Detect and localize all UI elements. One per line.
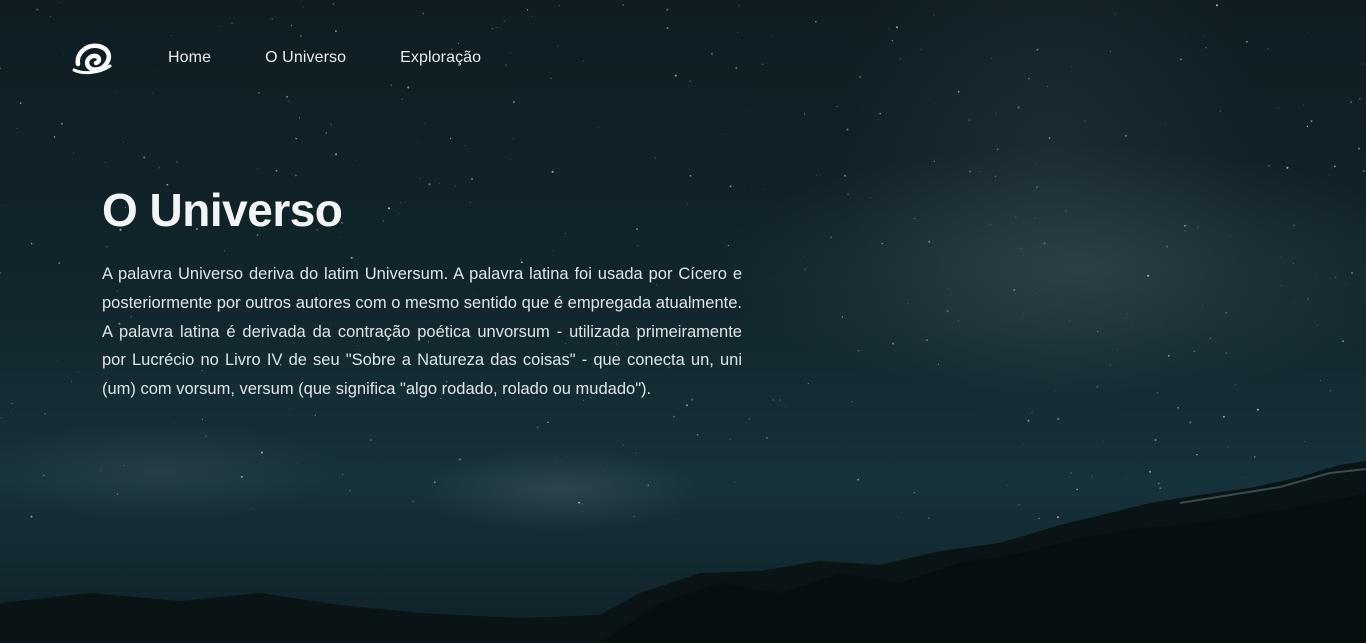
nav-link-exploracao[interactable]: Exploração — [400, 49, 481, 67]
hero-section: O Universo A palavra Universo deriva do … — [102, 182, 742, 404]
swirl-logo-icon[interactable] — [72, 39, 114, 77]
main-navigation: Home O Universo Exploração — [72, 38, 535, 78]
page-title: O Universo — [102, 184, 343, 236]
nav-link-home[interactable]: Home — [168, 49, 211, 67]
intro-paragraph: A palavra Universo deriva do latim Unive… — [102, 265, 742, 399]
nav-links: Home O Universo Exploração — [168, 49, 535, 67]
nav-link-o-universo[interactable]: O Universo — [265, 49, 346, 67]
mountain-silhouette — [0, 443, 1366, 643]
